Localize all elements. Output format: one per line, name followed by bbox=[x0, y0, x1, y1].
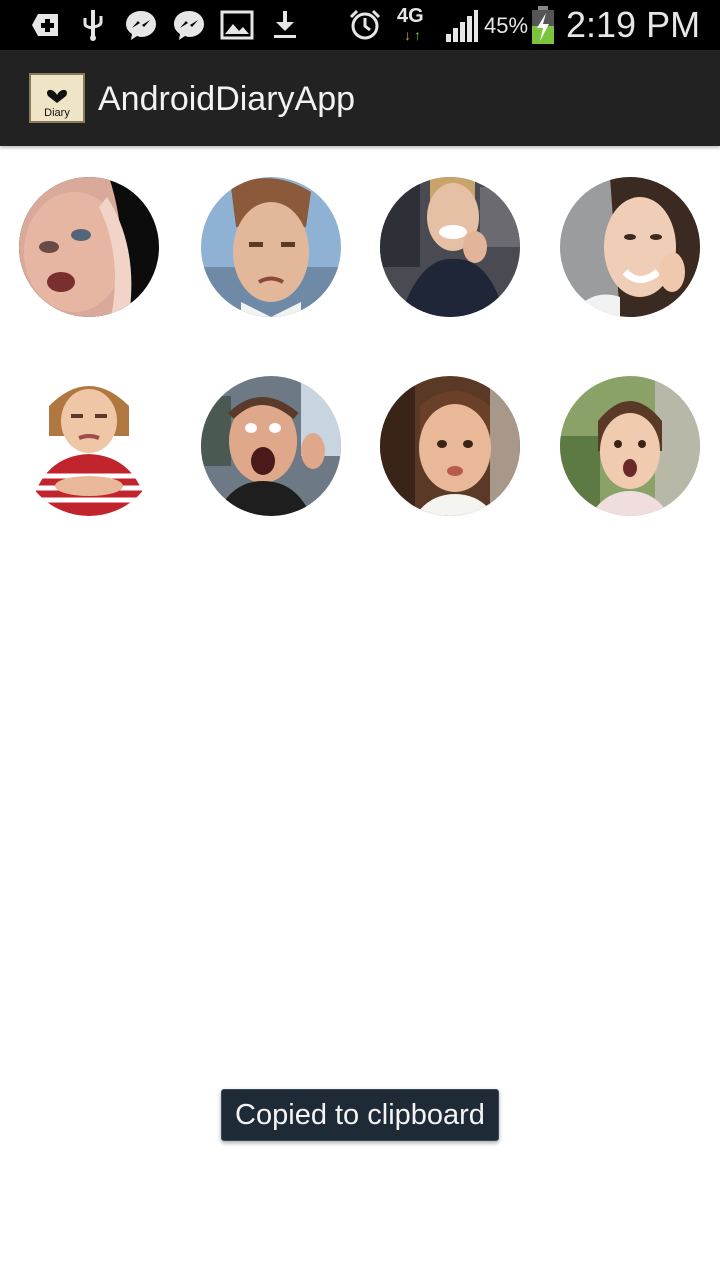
alarm-icon bbox=[349, 9, 381, 40]
clock-time: 2:19 PM bbox=[566, 4, 701, 45]
svg-text:Diary: Diary bbox=[44, 107, 70, 119]
network-4g-icon: 4G ↓ ↑ bbox=[397, 5, 424, 43]
avatar-pouting-toddler[interactable] bbox=[380, 376, 520, 516]
battery-percent: 45% bbox=[484, 13, 529, 38]
app-title: AndroidDiaryApp bbox=[98, 80, 356, 118]
signal-icon bbox=[446, 10, 478, 42]
status-bar: 4G ↓ ↑ 45% 2:19 PM bbox=[0, 0, 720, 50]
avatar-shouting-man[interactable] bbox=[201, 376, 341, 516]
avatar-smiling-woman-hand-on-cheek[interactable] bbox=[380, 177, 520, 317]
messenger-icon bbox=[174, 11, 204, 40]
add-icon bbox=[32, 14, 58, 36]
battery-charging-icon bbox=[532, 6, 554, 44]
avatar-smiling-woman[interactable] bbox=[560, 177, 700, 317]
download-icon bbox=[274, 11, 296, 38]
avatar-grid bbox=[0, 146, 720, 546]
app-logo-icon: Diary bbox=[29, 73, 85, 123]
messenger-icon bbox=[126, 11, 156, 40]
avatar-pouting-boy[interactable] bbox=[201, 177, 341, 317]
action-bar: Diary AndroidDiaryApp bbox=[0, 50, 720, 146]
toast-message: Copied to clipboard bbox=[221, 1089, 499, 1141]
avatar-surprised-girl[interactable] bbox=[560, 376, 700, 516]
avatar-grumpy-girl-arms-crossed[interactable] bbox=[19, 376, 159, 516]
image-icon bbox=[220, 10, 254, 40]
avatar-angry-baby[interactable] bbox=[19, 177, 159, 317]
usb-icon bbox=[83, 10, 103, 41]
